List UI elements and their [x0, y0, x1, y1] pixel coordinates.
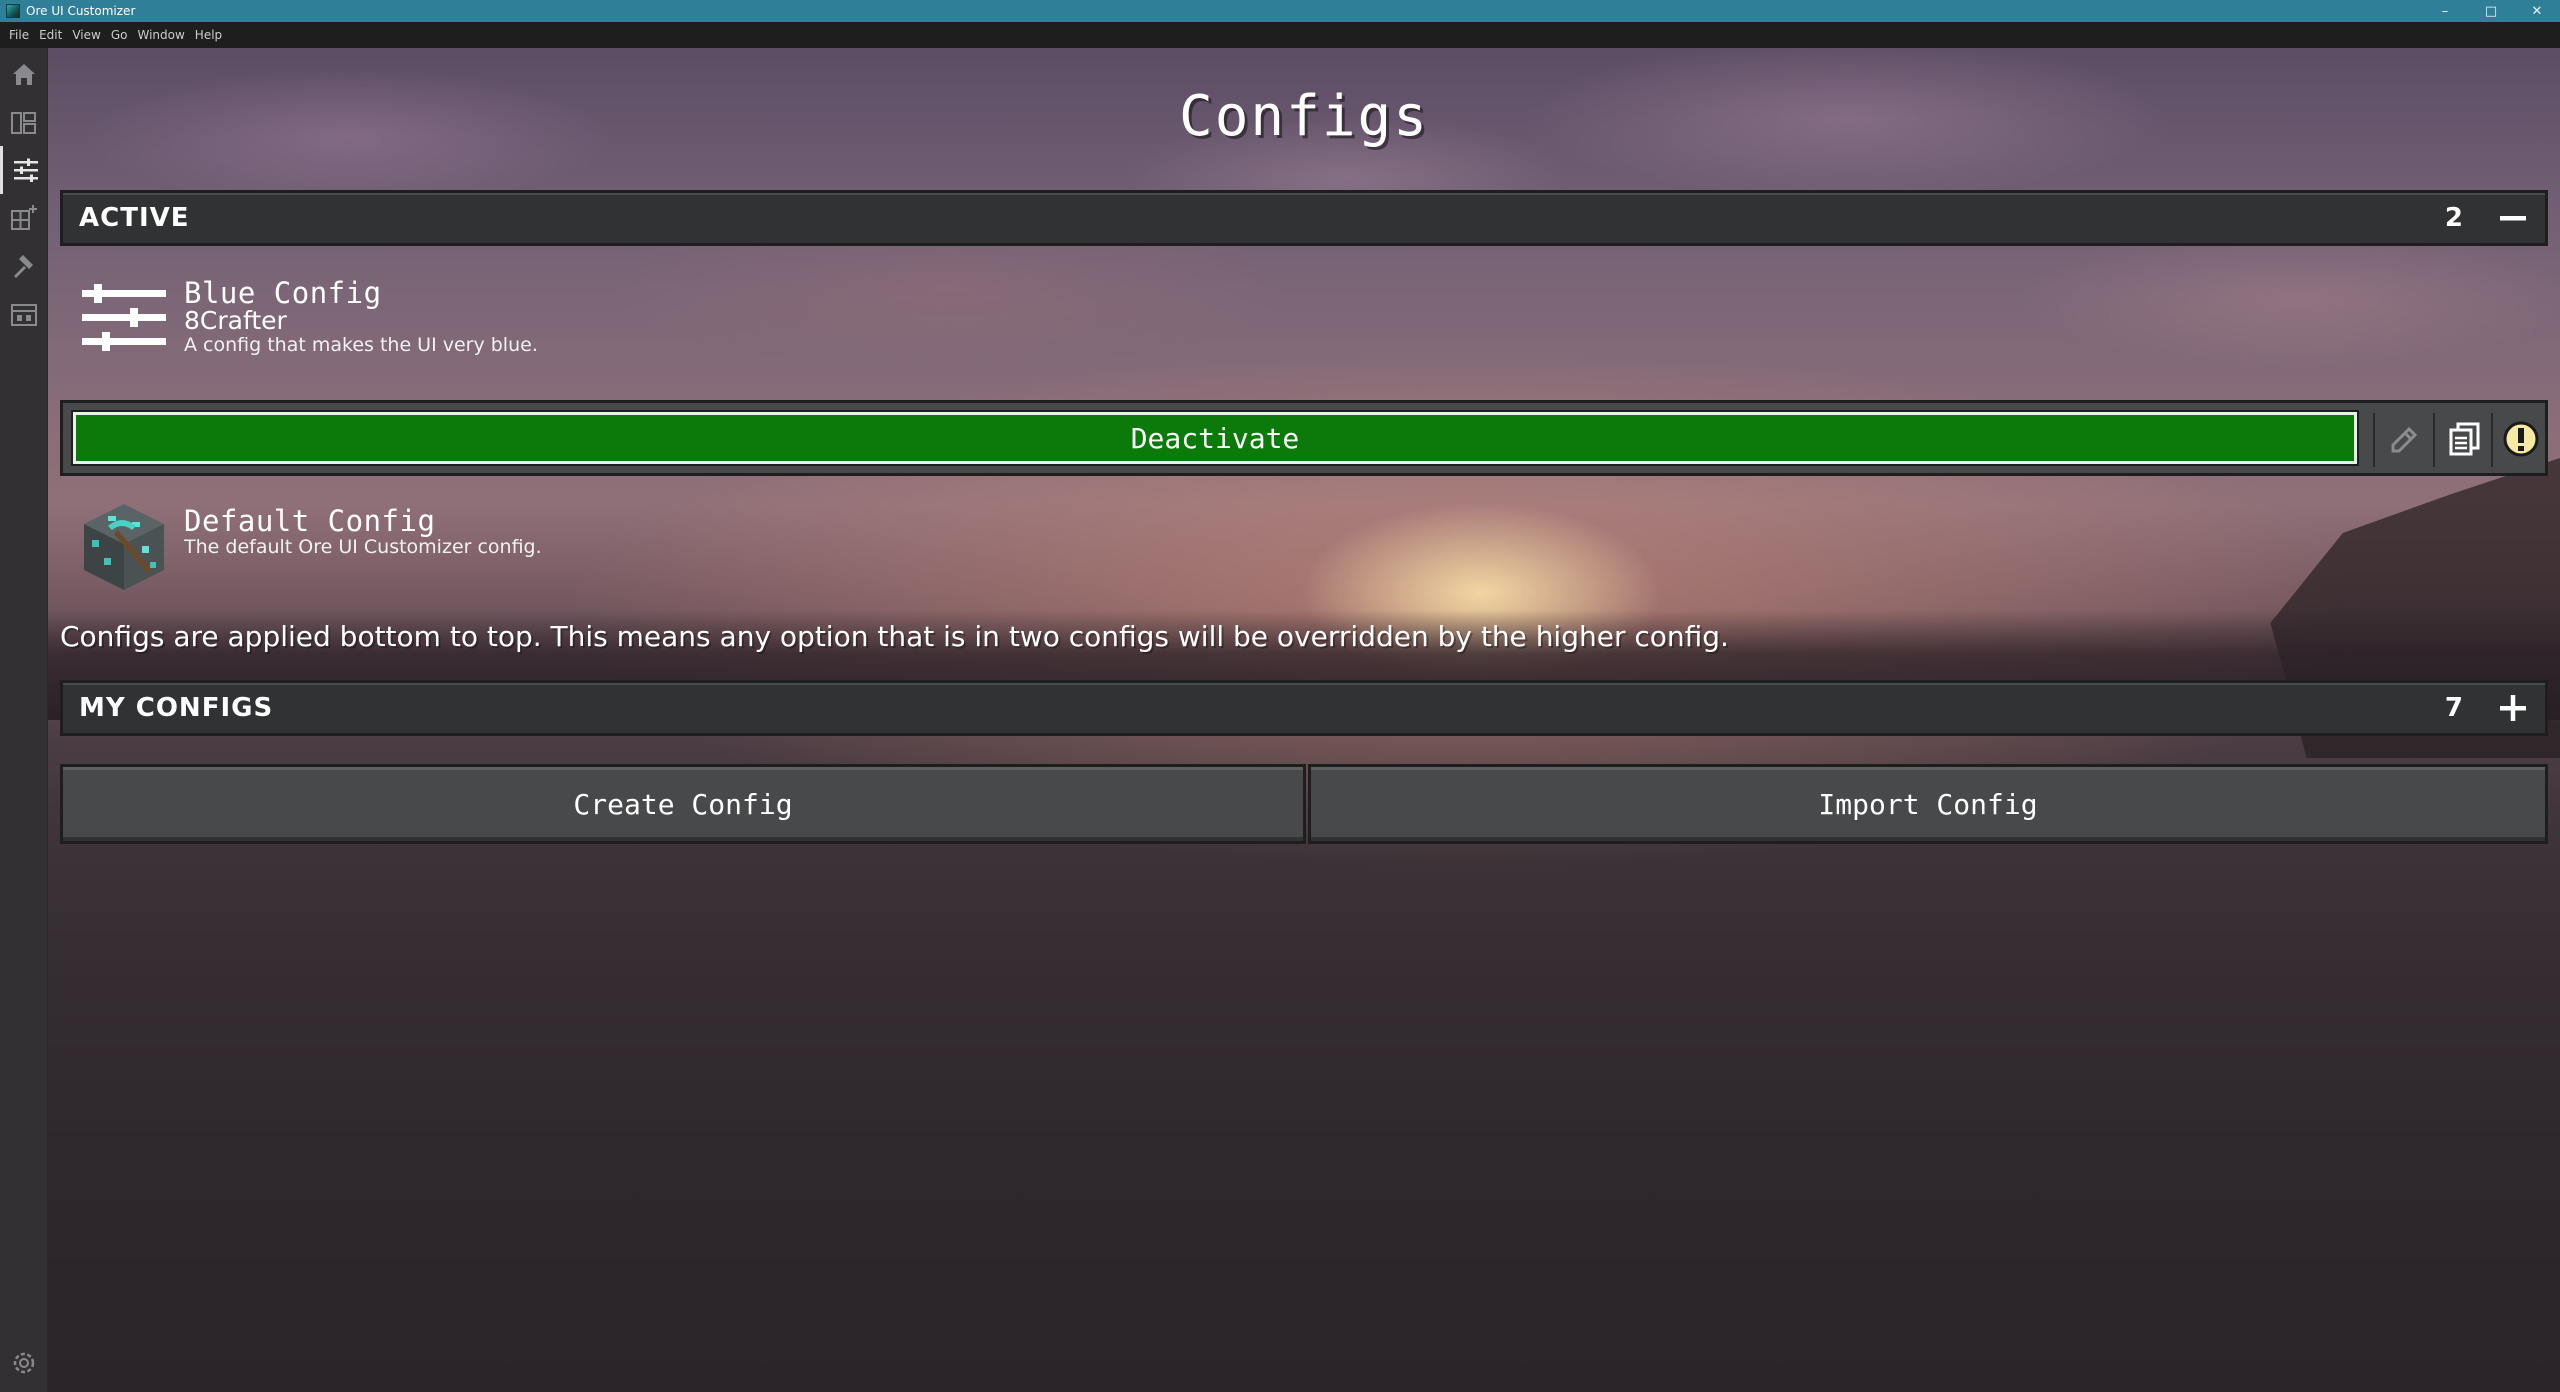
window-titlebar: Ore UI Customizer – □ ✕: [0, 0, 2560, 22]
plugin-add-icon: [11, 205, 37, 230]
sidebar: [0, 48, 48, 1392]
pencil-icon[interactable]: [2381, 415, 2429, 463]
page-title: Configs: [1178, 84, 1429, 149]
config-description: The default Ore UI Customizer config.: [184, 536, 542, 558]
plus-icon[interactable]: [2495, 690, 2531, 726]
divider: [2373, 413, 2375, 467]
sidebar-item-configs[interactable]: [0, 146, 48, 194]
create-config-button[interactable]: Create Config: [60, 764, 1306, 844]
config-item-blue[interactable]: Blue Config 8Crafter A config that makes…: [78, 272, 538, 364]
import-config-button[interactable]: Import Config: [1308, 764, 2548, 844]
info-icon[interactable]: [2497, 415, 2545, 463]
minimize-button[interactable]: –: [2422, 0, 2468, 22]
close-button[interactable]: ✕: [2514, 0, 2560, 22]
config-author: 8Crafter: [184, 306, 287, 335]
deactivate-button[interactable]: Deactivate: [73, 412, 2357, 464]
sliders-icon: [82, 284, 166, 351]
divider: [2491, 413, 2493, 467]
sidebar-item-home[interactable]: [0, 50, 48, 98]
sliders-icon: [13, 158, 38, 182]
diamond-ore-pickaxe-icon: [84, 504, 164, 590]
section-count: 7: [2444, 693, 2463, 723]
active-section-header[interactable]: ACTIVE 2: [60, 190, 2548, 246]
app-icon: [6, 4, 20, 18]
maximize-button[interactable]: □: [2468, 0, 2514, 22]
layout-icon: [11, 112, 36, 134]
store-icon: [11, 304, 37, 326]
menu-window[interactable]: Window: [132, 22, 189, 48]
copy-icon[interactable]: [2441, 415, 2489, 463]
menu-help[interactable]: Help: [190, 22, 227, 48]
divider: [2433, 413, 2435, 467]
section-title: ACTIVE: [79, 203, 190, 233]
sidebar-item-layout[interactable]: [0, 98, 48, 146]
sidebar-item-tools[interactable]: [0, 242, 48, 290]
main-content: Configs ACTIVE 2 Blue Config 8Crafter A …: [48, 48, 2560, 1392]
sidebar-item-add-plugin[interactable]: [0, 194, 48, 242]
section-count: 2: [2444, 203, 2463, 233]
gear-icon[interactable]: [9, 1348, 39, 1378]
window-title: Ore UI Customizer: [26, 4, 136, 18]
config-name: Default Config: [184, 504, 436, 538]
menu-go[interactable]: Go: [106, 22, 133, 48]
hammer-icon: [14, 255, 33, 278]
config-action-row: Deactivate: [60, 400, 2548, 476]
menu-bar: File Edit View Go Window Help: [0, 22, 2560, 48]
window-controls: – □ ✕: [2422, 0, 2560, 22]
config-item-default[interactable]: Default Config The default Ore UI Custom…: [78, 500, 542, 592]
menu-view[interactable]: View: [67, 22, 105, 48]
home-icon: [13, 64, 35, 85]
config-order-note: Configs are applied bottom to top. This …: [60, 620, 1729, 653]
config-name: Blue Config: [184, 276, 382, 310]
config-description: A config that makes the UI very blue.: [184, 334, 538, 356]
menu-file[interactable]: File: [4, 22, 34, 48]
menu-edit[interactable]: Edit: [34, 22, 67, 48]
minus-icon[interactable]: [2495, 200, 2531, 236]
section-title: MY CONFIGS: [79, 693, 274, 723]
sidebar-item-store[interactable]: [0, 290, 48, 338]
my-configs-section-header[interactable]: MY CONFIGS 7: [60, 680, 2548, 736]
